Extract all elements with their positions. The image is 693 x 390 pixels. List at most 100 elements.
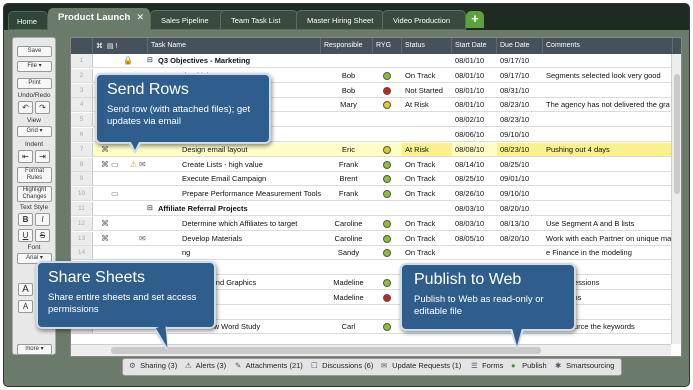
cell-comment[interactable]: e Finance in the modeling [543, 246, 671, 259]
cell-resp[interactable] [321, 261, 373, 274]
cell-status[interactable] [402, 128, 452, 141]
cell-due[interactable]: 09/17/10 [497, 54, 543, 67]
scroll-thumb[interactable] [674, 74, 680, 194]
col-task-name[interactable]: Task Name [148, 38, 321, 54]
cell-status[interactable]: At Risk [402, 142, 452, 156]
lock-icon[interactable]: 🔒 [123, 56, 133, 65]
attachment-icon[interactable]: ⌘ [101, 160, 109, 169]
cell-status[interactable]: At Risk [402, 98, 452, 111]
cell-start[interactable]: 08/06/10 [452, 128, 497, 141]
cell-task[interactable]: ng [179, 246, 321, 259]
cell-comment[interactable]: The agency has not delivered the gra [543, 98, 671, 111]
print-button[interactable]: Print [17, 78, 52, 89]
row-number[interactable]: 14 [71, 246, 93, 260]
cell-due[interactable]: 08/23/10 [497, 113, 543, 126]
attachment-icon[interactable]: ⌘ [101, 145, 109, 154]
cell-due[interactable]: 08/20/10 [497, 202, 543, 215]
cell-status[interactable]: On Track [402, 232, 452, 245]
col-comments[interactable]: Comments [543, 38, 673, 54]
sharing-tab[interactable]: ⚙ Sharing (3) [129, 361, 177, 370]
ryg-status-icon[interactable] [383, 101, 391, 110]
collapse-icon[interactable]: ⊟ [147, 56, 153, 64]
table-row[interactable]: 10 Prepare Performance Measurement Tools F… [71, 187, 671, 202]
cell-status[interactable] [402, 54, 452, 67]
cell-task[interactable]: Design email layout [179, 143, 321, 156]
cell-start[interactable]: 08/05/10 [452, 232, 497, 245]
table-row[interactable]: 7 Design email layout Eric At Risk 08/08/10 0… [71, 142, 671, 157]
cell-comment[interactable] [543, 158, 671, 171]
discussion-icon[interactable]: ▭ [111, 160, 119, 169]
ryg-status-icon[interactable] [383, 175, 391, 184]
update-requests-tab[interactable]: ✉ Update Requests (1) [381, 361, 461, 370]
cell-due[interactable]: 08/13/10 [497, 217, 543, 230]
publish-tab[interactable]: ● Publish [511, 361, 547, 370]
table-row[interactable]: 12 Determine which Affiliates to target Ca… [71, 216, 671, 231]
cell-resp[interactable]: Bob [321, 69, 373, 82]
cell-task[interactable]: Determine which Affiliates to target [179, 217, 321, 230]
cell-resp[interactable]: Madeline [321, 291, 373, 304]
tab-video-production[interactable]: Video Production [382, 10, 466, 30]
grid-view-menu[interactable]: Grid ▾ [17, 126, 52, 137]
save-button[interactable]: Save [17, 46, 52, 57]
cell-due[interactable]: 08/23/10 [497, 98, 543, 111]
cell-start[interactable]: 08/14/10 [452, 158, 497, 171]
text-color-button[interactable]: A [18, 300, 33, 313]
cell-resp[interactable]: Eric [321, 143, 373, 156]
attachment-icon[interactable]: ⌘ [101, 219, 109, 228]
cell-start[interactable]: 08/03/10 [452, 202, 497, 215]
ryg-status-icon[interactable] [383, 219, 391, 228]
cell-comment[interactable] [543, 113, 671, 126]
cell-resp[interactable] [321, 128, 373, 141]
cell-start[interactable]: 08/01/10 [452, 84, 497, 97]
row-number[interactable]: 6 [71, 128, 93, 141]
cell-start[interactable]: 08/26/10 [452, 187, 497, 200]
cell-status[interactable]: Not Started [402, 84, 452, 97]
cell-resp[interactable]: Frank [321, 187, 373, 200]
cell-comment[interactable] [543, 128, 671, 141]
cell-comment[interactable]: Use Segment A and B lists [543, 217, 671, 230]
attachments-tab[interactable]: ✎ Attachments (21) [235, 361, 303, 370]
cell-status[interactable]: On Track [402, 69, 452, 82]
table-row[interactable]: 1 ⊟ Q3 Objectives - Marketing 08/01/10 09/17… [71, 54, 671, 68]
smartsourcing-tab[interactable]: ✱ Smartsourcing [555, 361, 614, 370]
ryg-status-icon[interactable] [383, 190, 391, 199]
table-row[interactable]: 9 Execute Email Campaign Brent On Track 08/2… [71, 172, 671, 187]
cell-resp[interactable] [321, 54, 373, 67]
cell-comment[interactable] [543, 54, 671, 67]
cell-due[interactable]: 09/01/10 [497, 172, 543, 185]
cell-comment[interactable]: Pushing out 4 days [543, 142, 671, 156]
close-icon[interactable]: ✕ [136, 12, 144, 23]
cell-status[interactable]: On Track [402, 158, 452, 171]
cell-due[interactable]: 08/31/10 [497, 84, 543, 97]
cell-task[interactable]: Prepare Performance Measurement Tools [179, 187, 321, 200]
cell-resp[interactable]: Caroline [321, 217, 373, 230]
cell-resp[interactable] [321, 202, 373, 215]
cell-status[interactable] [402, 113, 452, 126]
cell-due[interactable] [497, 246, 543, 259]
row-number[interactable]: 2 [71, 68, 93, 82]
add-sheet-button[interactable]: + [466, 11, 484, 28]
cell-resp[interactable]: Frank [321, 158, 373, 171]
ryg-status-icon[interactable] [383, 249, 391, 258]
cell-due[interactable]: 09/10/10 [497, 128, 543, 141]
cell-start[interactable]: 08/01/10 [452, 69, 497, 82]
row-number[interactable]: 4 [71, 98, 93, 112]
cell-task[interactable]: Execute Email Campaign [179, 172, 321, 185]
ryg-status-icon[interactable] [383, 86, 391, 95]
discussions-tab[interactable]: ☐ Discussions (6) [311, 361, 373, 370]
cell-due[interactable]: 08/20/10 [497, 232, 543, 245]
row-number[interactable]: 7 [71, 142, 93, 156]
ryg-status-icon[interactable] [383, 145, 391, 154]
col-status[interactable]: Status [402, 38, 452, 54]
forms-tab[interactable]: ☰ Forms [471, 361, 503, 370]
cell-comment[interactable] [543, 84, 671, 97]
cell-start[interactable] [452, 246, 497, 259]
ryg-status-icon[interactable] [383, 279, 391, 287]
ryg-status-icon[interactable] [383, 323, 391, 332]
ryg-status-icon[interactable] [383, 71, 391, 80]
cell-resp[interactable]: Mary [321, 98, 373, 111]
cell-start[interactable]: 08/02/10 [452, 113, 497, 126]
cell-comment[interactable]: Work with each Partner on unique ma [543, 232, 671, 245]
cell-status[interactable]: On Track [402, 217, 452, 230]
row-number[interactable]: 11 [71, 202, 93, 215]
